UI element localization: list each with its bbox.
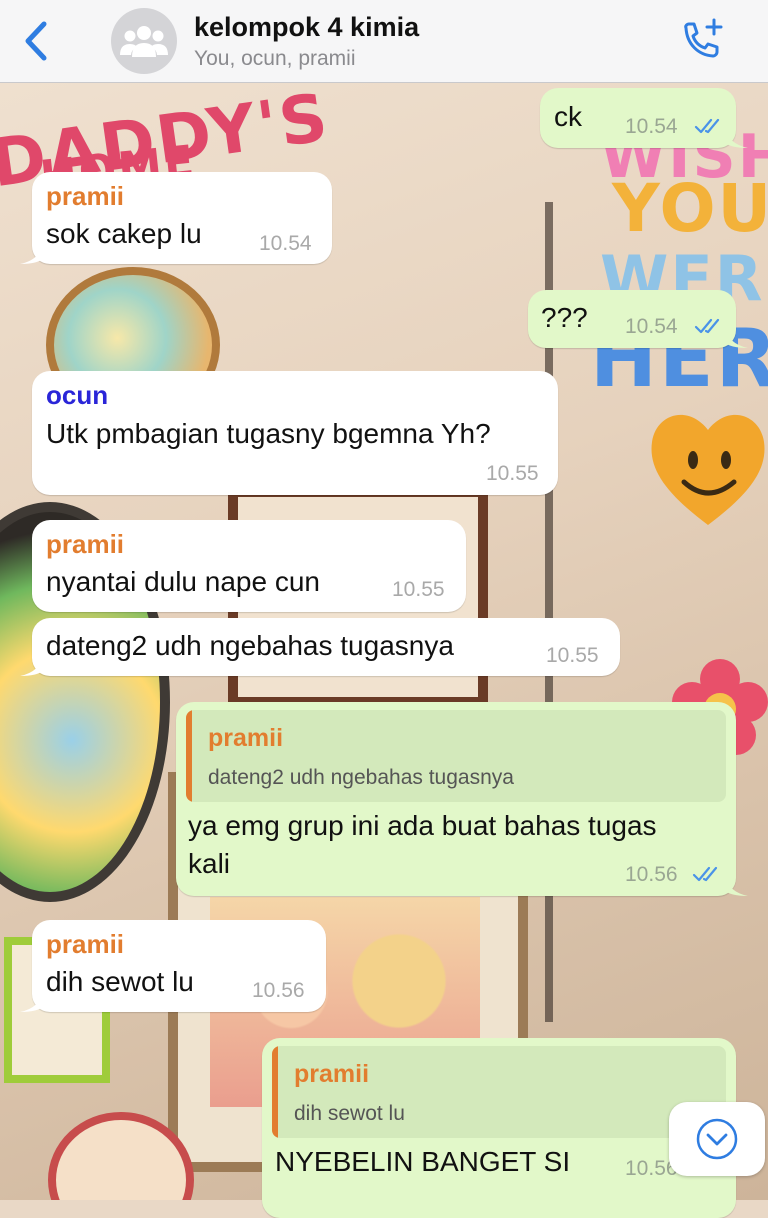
message-text: Utk pmbagian tugasny bgemna Yh? xyxy=(46,418,491,449)
message-time: 10.54 xyxy=(625,315,678,338)
group-icon xyxy=(120,26,168,57)
phone-plus-icon xyxy=(684,18,723,58)
quoted-text: dateng2 udh ngebahas tugasnya xyxy=(208,766,514,789)
message-text: sok cakep lu xyxy=(46,218,202,249)
bubble-tail xyxy=(20,990,44,1012)
chat-subtitle[interactable]: You, ocun, pramii xyxy=(194,47,356,71)
add-call-button[interactable] xyxy=(676,16,728,66)
message-bubble-outgoing[interactable]: ??? 10.54 xyxy=(528,290,748,348)
message-bubble-outgoing-reply[interactable]: pramii dih sewot lu NYEBELIN BANGET SI 1… xyxy=(262,1038,736,1218)
quoted-sender: pramii xyxy=(208,724,284,752)
read-receipt-icon xyxy=(694,318,720,334)
wallpaper-text-you: YOU xyxy=(612,170,768,247)
group-avatar[interactable] xyxy=(111,8,177,74)
message-time: 10.54 xyxy=(625,115,678,138)
chevron-down-circle-icon xyxy=(696,1118,738,1160)
bubble-tail xyxy=(724,126,748,148)
message-sender[interactable]: ocun xyxy=(46,380,108,411)
message-text: dih sewot lu xyxy=(46,966,194,997)
message-time: 10.56 xyxy=(625,863,678,886)
message-time: 10.56 xyxy=(252,979,305,1002)
message-text: NYEBELIN BANGET SI xyxy=(275,1146,571,1177)
chevron-left-icon xyxy=(25,21,47,61)
message-text-line-1: ya emg grup ini ada buat bahas tugas xyxy=(188,810,657,841)
quoted-message[interactable]: pramii dateng2 udh ngebahas tugasnya xyxy=(186,710,726,802)
message-bubble-incoming[interactable]: dateng2 udh ngebahas tugasnya 10.55 xyxy=(20,618,620,676)
quoted-text: dih sewot lu xyxy=(294,1102,405,1125)
message-bubble-outgoing-reply[interactable]: pramii dateng2 udh ngebahas tugasnya ya … xyxy=(176,702,748,896)
message-text-line-2: kali xyxy=(188,848,231,879)
message-sender[interactable]: pramii xyxy=(46,929,124,960)
bubble-tail xyxy=(724,874,748,896)
quote-bar xyxy=(186,710,192,802)
bubble-tail xyxy=(20,654,44,676)
chat-title[interactable]: kelompok 4 kimia xyxy=(194,12,419,43)
quoted-sender: pramii xyxy=(294,1060,370,1088)
smiley-heart-icon xyxy=(648,400,768,535)
message-time: 10.55 xyxy=(486,462,539,485)
back-button[interactable] xyxy=(18,18,58,64)
message-text: nyantai dulu nape cun xyxy=(46,566,320,597)
message-bubble-incoming[interactable]: pramii nyantai dulu nape cun 10.55 xyxy=(32,520,466,612)
message-time: 10.55 xyxy=(546,644,599,667)
message-text: ??? xyxy=(541,302,588,333)
message-sender[interactable]: pramii xyxy=(46,529,124,560)
message-time: 10.54 xyxy=(259,232,312,255)
message-sender[interactable]: pramii xyxy=(46,181,124,212)
message-text: ck xyxy=(554,101,582,132)
bubble-tail xyxy=(20,242,44,264)
quoted-message[interactable]: pramii dih sewot lu xyxy=(272,1046,726,1138)
message-time: 10.55 xyxy=(392,578,445,601)
scroll-to-bottom-button[interactable] xyxy=(669,1102,765,1176)
message-bubble-incoming[interactable]: pramii sok cakep lu 10.54 xyxy=(20,172,332,264)
read-receipt-icon xyxy=(692,866,718,882)
message-bubble-incoming[interactable]: pramii dih sewot lu 10.56 xyxy=(20,920,326,1012)
quote-bar xyxy=(272,1046,278,1138)
message-bubble-incoming[interactable]: ocun Utk pmbagian tugasny bgemna Yh? 10.… xyxy=(32,371,558,495)
read-receipt-icon xyxy=(694,118,720,134)
bubble-tail xyxy=(724,326,748,348)
chat-header: kelompok 4 kimia You, ocun, pramii xyxy=(0,0,768,83)
message-bubble-outgoing[interactable]: ck 10.54 xyxy=(540,88,748,148)
message-text: dateng2 udh ngebahas tugasnya xyxy=(46,630,454,661)
